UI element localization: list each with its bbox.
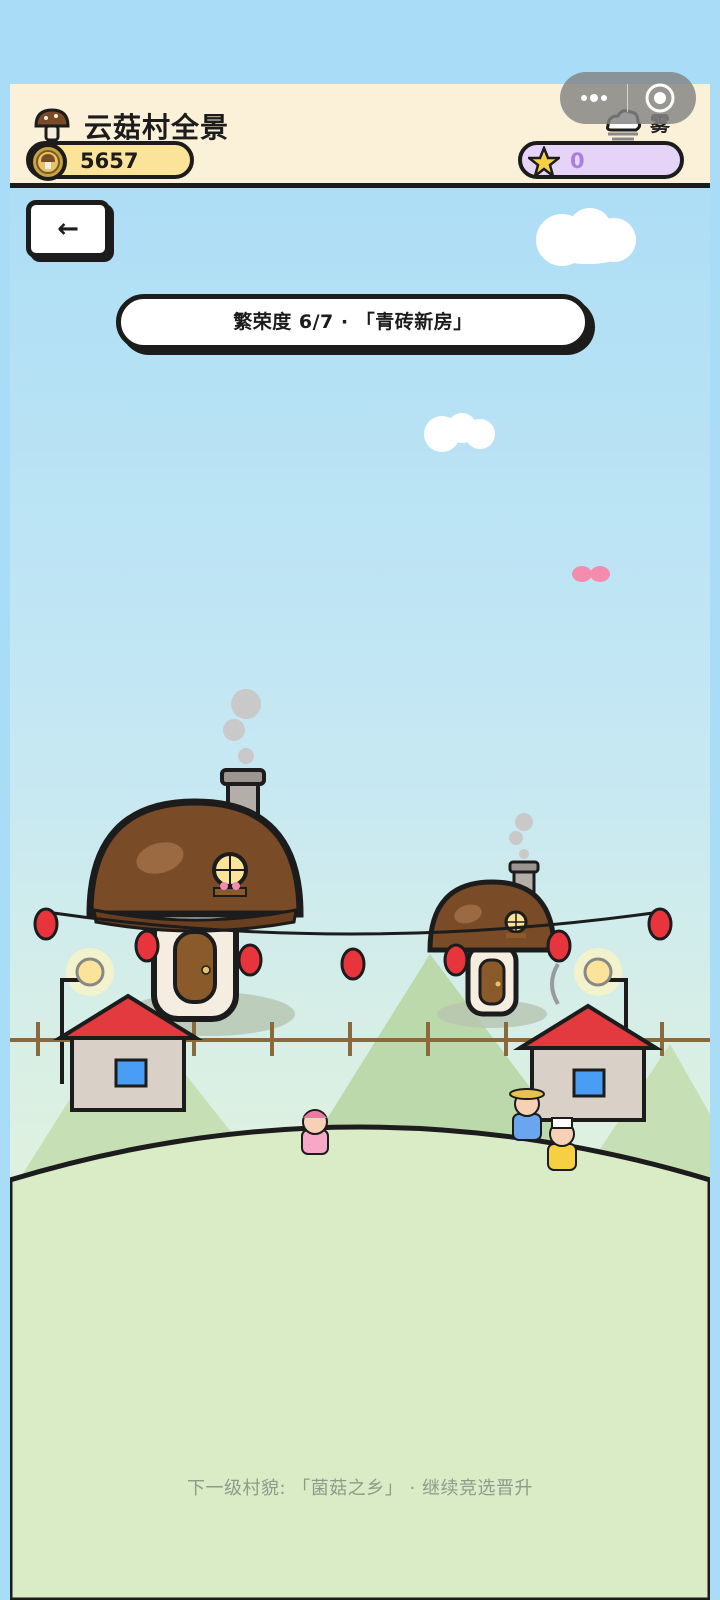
coin-counter: 5657	[26, 141, 194, 181]
app-frame: 云菇村全景 5657 雾 0 ← 繁荣度 6/7 · 「青砖新房」 下一级村貌:…	[10, 84, 710, 1600]
villager-pink	[301, 1109, 329, 1155]
mushroom-icon	[34, 108, 70, 142]
back-button[interactable]: ←	[26, 200, 110, 258]
next-level-hint: 下一级村貌: 「菌菇之乡」 · 继续竞选晋升	[187, 1478, 533, 1499]
more-dots-icon	[581, 94, 607, 102]
star-icon	[528, 146, 560, 178]
villager-blue	[509, 1088, 545, 1141]
more-menu-button[interactable]	[560, 72, 627, 124]
brick-house-right	[512, 1003, 664, 1122]
hill	[10, 1124, 710, 1600]
miniprogram-capsule	[560, 72, 696, 124]
target-close-icon	[645, 83, 675, 113]
star-counter: 0	[518, 141, 684, 179]
star-value: 0	[570, 149, 585, 173]
page-title: 云菇村全景	[84, 111, 230, 144]
mushroom-house-large	[86, 689, 304, 1036]
villager-yellow	[547, 1117, 577, 1171]
coin-value: 5657	[80, 149, 139, 173]
mushroom-coin-icon	[29, 143, 67, 181]
close-miniprogram-button[interactable]	[628, 72, 696, 124]
butterfly-icon	[572, 566, 610, 582]
cloud-icon	[536, 208, 636, 266]
cloud-icon	[424, 413, 495, 452]
prosperity-banner: 繁荣度 6/7 · 「青砖新房」	[116, 294, 590, 350]
